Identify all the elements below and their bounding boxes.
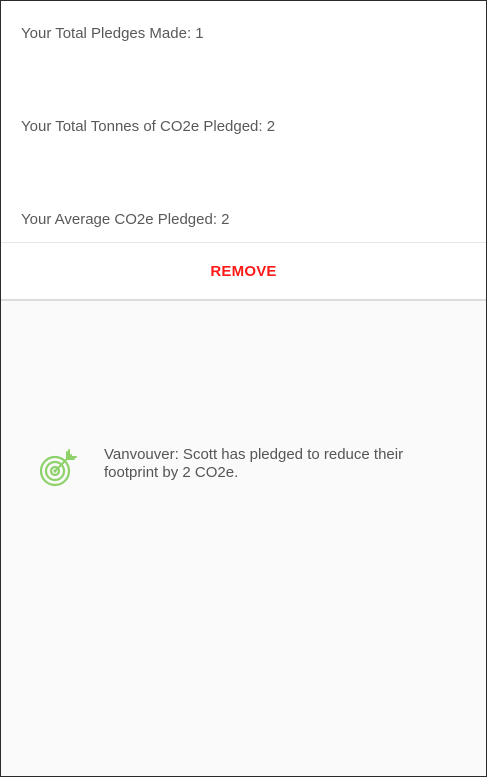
divider: [1, 299, 486, 301]
total-pledges-text: Your Total Pledges Made: 1: [21, 25, 204, 42]
average-co2e-text: Your Average CO2e Pledged: 2: [21, 211, 230, 228]
pledge-feed-item: Vanvouver: Scott has pledged to reduce t…: [38, 446, 458, 488]
remove-button[interactable]: REMOVE: [1, 243, 486, 299]
pledge-stats-panel: Your Total Pledges Made: 1 Your Total To…: [1, 1, 486, 242]
total-tonnes-text: Your Total Tonnes of CO2e Pledged: 2: [21, 118, 276, 135]
remove-button-label: REMOVE: [210, 262, 277, 280]
pledge-feed-text: Vanvouver: Scott has pledged to reduce t…: [104, 446, 404, 481]
target-icon: [39, 449, 77, 487]
pledge-screen: Your Total Pledges Made: 1 Your Total To…: [0, 0, 487, 777]
